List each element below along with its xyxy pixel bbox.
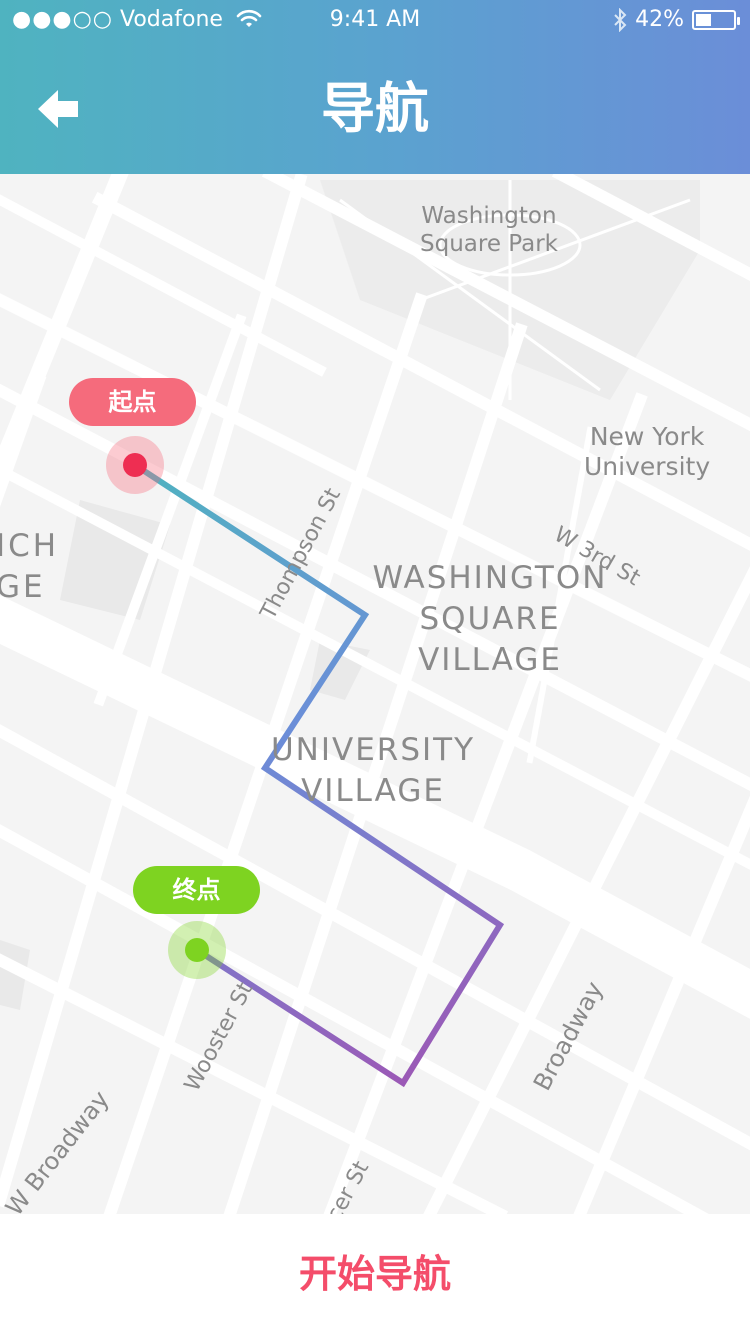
- label-washington-square-village: WASHINGTON SQUARE VILLAGE: [372, 560, 608, 678]
- map-canvas: [0, 174, 750, 1214]
- start-navigation-button[interactable]: 开始导航: [0, 1214, 750, 1334]
- status-bar: ●●●○○ Vodafone 9:41 AM 42%: [0, 0, 750, 40]
- end-point-label[interactable]: 终点: [133, 866, 260, 914]
- page-title: 导航: [321, 77, 429, 140]
- start-point-label[interactable]: 起点: [69, 378, 196, 426]
- status-right: 42%: [613, 0, 740, 40]
- nav-header: ●●●○○ Vodafone 9:41 AM 42% 导航: [0, 0, 750, 174]
- battery-percent: 42%: [635, 7, 684, 32]
- label-nyu: New York University: [584, 422, 711, 481]
- start-dot: [123, 453, 147, 477]
- label-washington-square-park: Washington Square Park: [420, 203, 558, 257]
- label-greenwich-village-partial: ICH GE: [0, 528, 60, 605]
- label-university-village: UNIVERSITY VILLAGE: [270, 732, 476, 809]
- end-dot: [185, 938, 209, 962]
- map-view[interactable]: Washington Square Park New York Universi…: [0, 174, 750, 1214]
- bluetooth-icon: [614, 8, 627, 32]
- battery-icon: [692, 10, 740, 30]
- battery-fill: [696, 14, 712, 26]
